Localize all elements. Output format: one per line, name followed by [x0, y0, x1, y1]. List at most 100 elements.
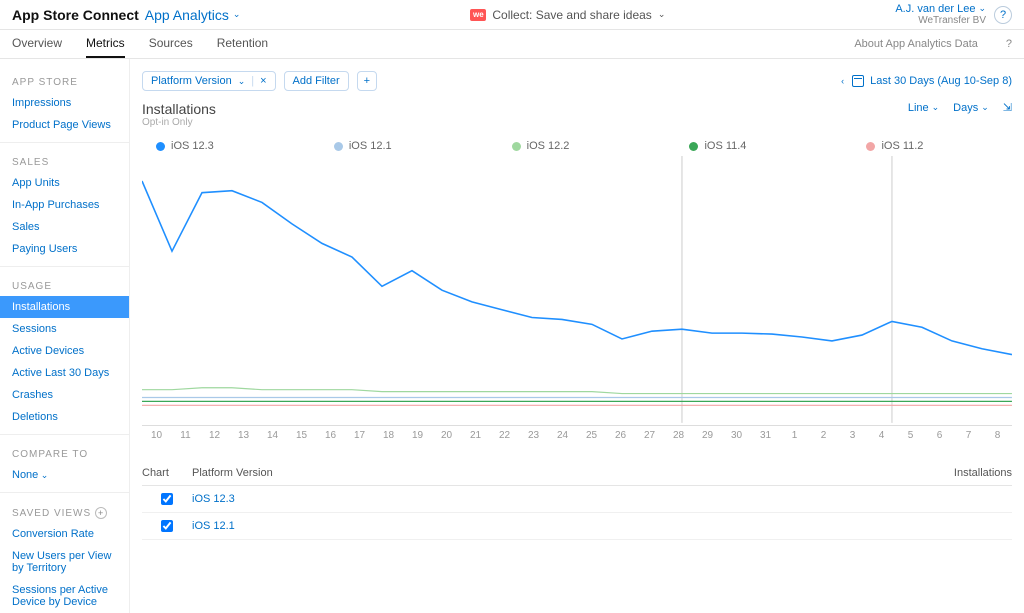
x-tick: 24	[548, 430, 577, 441]
account-menu[interactable]: A.J. van der Lee⌄ WeTransfer BV	[895, 3, 986, 26]
app-selector[interactable]: we Collect: Save and share ideas ⌄	[240, 8, 895, 22]
sidebar-item-conversion-rate[interactable]: Conversion Rate	[0, 523, 129, 545]
x-tick: 26	[606, 430, 635, 441]
chart-type-dropdown[interactable]: Line⌄	[908, 101, 939, 114]
x-tick: 28	[664, 430, 693, 441]
x-tick: 4	[867, 430, 896, 441]
sidebar-item-crashes[interactable]: Crashes	[0, 384, 129, 406]
x-tick: 20	[432, 430, 461, 441]
sidebar-item-paying-users[interactable]: Paying Users	[0, 238, 129, 260]
remove-filter-icon[interactable]: ×	[260, 75, 266, 87]
x-tick: 30	[722, 430, 751, 441]
row-checkbox[interactable]	[161, 520, 173, 532]
chevron-down-icon: ⌄	[238, 76, 246, 87]
x-tick: 13	[229, 430, 258, 441]
sidebar-item-app-units[interactable]: App Units	[0, 172, 129, 194]
section-dropdown[interactable]: App Analytics ⌄	[145, 7, 241, 23]
row-label[interactable]: iOS 12.3	[192, 493, 1012, 505]
user-name: A.J. van der Lee	[895, 3, 975, 15]
x-tick: 14	[258, 430, 287, 441]
sidebar-item-installations[interactable]: Installations	[0, 296, 129, 318]
x-tick: 23	[519, 430, 548, 441]
x-tick: 16	[316, 430, 345, 441]
app-name: Collect: Save and share ideas	[492, 8, 651, 22]
sidebar-item-active-devices[interactable]: Active Devices	[0, 340, 129, 362]
legend-label: iOS 12.1	[349, 140, 392, 152]
about-help-icon[interactable]: ?	[1006, 38, 1012, 50]
sidebar-item-sessions-per-active-device-by-device[interactable]: Sessions per Active Device by Device	[0, 579, 129, 613]
tab-bar: Overview Metrics Sources Retention About Ap…	[0, 30, 1024, 59]
add-saved-view-icon[interactable]: +	[95, 507, 107, 519]
sidebar-item-sessions[interactable]: Sessions	[0, 318, 129, 340]
legend-label: iOS 11.4	[704, 140, 746, 152]
x-tick: 18	[374, 430, 403, 441]
data-table: Chart Platform Version Installations iOS…	[142, 461, 1012, 540]
filter-platform-version[interactable]: Platform Version ⌄ | ×	[142, 71, 276, 91]
prev-range-icon[interactable]: ‹	[841, 76, 844, 86]
x-tick: 2	[809, 430, 838, 441]
filter-label: Platform Version	[151, 75, 232, 87]
chart-title: Installations	[142, 101, 216, 117]
legend-label: iOS 12.2	[527, 140, 570, 152]
chevron-down-icon: ⌄	[978, 4, 986, 14]
org-name: WeTransfer BV	[918, 15, 986, 26]
legend-dot-icon	[156, 142, 165, 151]
tab-metrics[interactable]: Metrics	[86, 30, 125, 58]
legend-item[interactable]: iOS 11.4	[689, 140, 746, 152]
legend-dot-icon	[866, 142, 875, 151]
x-tick: 7	[954, 430, 983, 441]
legend-item[interactable]: iOS 12.1	[334, 140, 392, 152]
filter-bar: Platform Version ⌄ | × Add Filter + ‹ La…	[130, 71, 1024, 101]
sidebar-item-impressions[interactable]: Impressions	[0, 92, 129, 114]
x-tick: 1	[780, 430, 809, 441]
top-header: App Store Connect App Analytics ⌄ we Col…	[0, 0, 1024, 30]
legend-item[interactable]: iOS 11.2	[866, 140, 923, 152]
tab-retention[interactable]: Retention	[217, 30, 268, 58]
x-tick: 21	[461, 430, 490, 441]
chart-granularity-dropdown[interactable]: Days⌄	[953, 101, 989, 114]
x-tick: 10	[142, 430, 171, 441]
help-icon[interactable]: ?	[994, 6, 1012, 24]
sidebar-group-title: SAVED VIEWS+	[0, 499, 129, 523]
sidebar-item-none[interactable]: None ⌄	[0, 464, 129, 486]
calendar-icon	[852, 75, 864, 87]
row-label[interactable]: iOS 12.1	[192, 520, 1012, 532]
date-range-picker[interactable]: Last 30 Days (Aug 10-Sep 8)	[852, 75, 1012, 87]
tab-sources[interactable]: Sources	[149, 30, 193, 58]
sidebar-item-deletions[interactable]: Deletions	[0, 406, 129, 428]
legend-dot-icon	[689, 142, 698, 151]
sidebar: APP STOREImpressionsProduct Page Views SA…	[0, 59, 130, 613]
legend-label: iOS 12.3	[171, 140, 214, 152]
add-filter-button[interactable]: Add Filter	[284, 71, 349, 91]
export-icon[interactable]: ⇲	[1003, 101, 1012, 114]
x-tick: 22	[490, 430, 519, 441]
x-tick: 15	[287, 430, 316, 441]
sidebar-item-in-app-purchases[interactable]: In-App Purchases	[0, 194, 129, 216]
x-tick: 17	[345, 430, 374, 441]
legend-label: iOS 11.2	[881, 140, 923, 152]
date-range-label: Last 30 Days (Aug 10-Sep 8)	[870, 75, 1012, 87]
sidebar-item-sales[interactable]: Sales	[0, 216, 129, 238]
chevron-down-icon: ⌄	[658, 9, 666, 20]
sidebar-group-title: SALES	[0, 149, 129, 172]
legend-item[interactable]: iOS 12.2	[512, 140, 570, 152]
legend-dot-icon	[334, 142, 343, 151]
add-filter-plus-button[interactable]: +	[357, 71, 377, 91]
table-row: iOS 12.1	[142, 513, 1012, 540]
chart-subtitle: Opt-in Only	[142, 117, 216, 128]
x-tick: 5	[896, 430, 925, 441]
legend-item[interactable]: iOS 12.3	[156, 140, 214, 152]
row-checkbox[interactable]	[161, 493, 173, 505]
x-tick: 11	[171, 430, 200, 441]
x-tick: 3	[838, 430, 867, 441]
sidebar-group-title: APP STORE	[0, 69, 129, 92]
sidebar-item-product-page-views[interactable]: Product Page Views	[0, 114, 129, 136]
about-link[interactable]: About App Analytics Data	[854, 38, 978, 50]
sidebar-item-active-last-30-days[interactable]: Active Last 30 Days	[0, 362, 129, 384]
chevron-down-icon: ⌄	[981, 102, 989, 113]
add-filter-label: Add Filter	[293, 75, 340, 87]
app-icon: we	[470, 9, 486, 21]
x-axis-labels: 1011121314151617181920212223242526272829…	[130, 426, 1024, 441]
tab-overview[interactable]: Overview	[12, 30, 62, 58]
sidebar-item-new-users-per-view-by-territory[interactable]: New Users per View by Territory	[0, 545, 129, 579]
